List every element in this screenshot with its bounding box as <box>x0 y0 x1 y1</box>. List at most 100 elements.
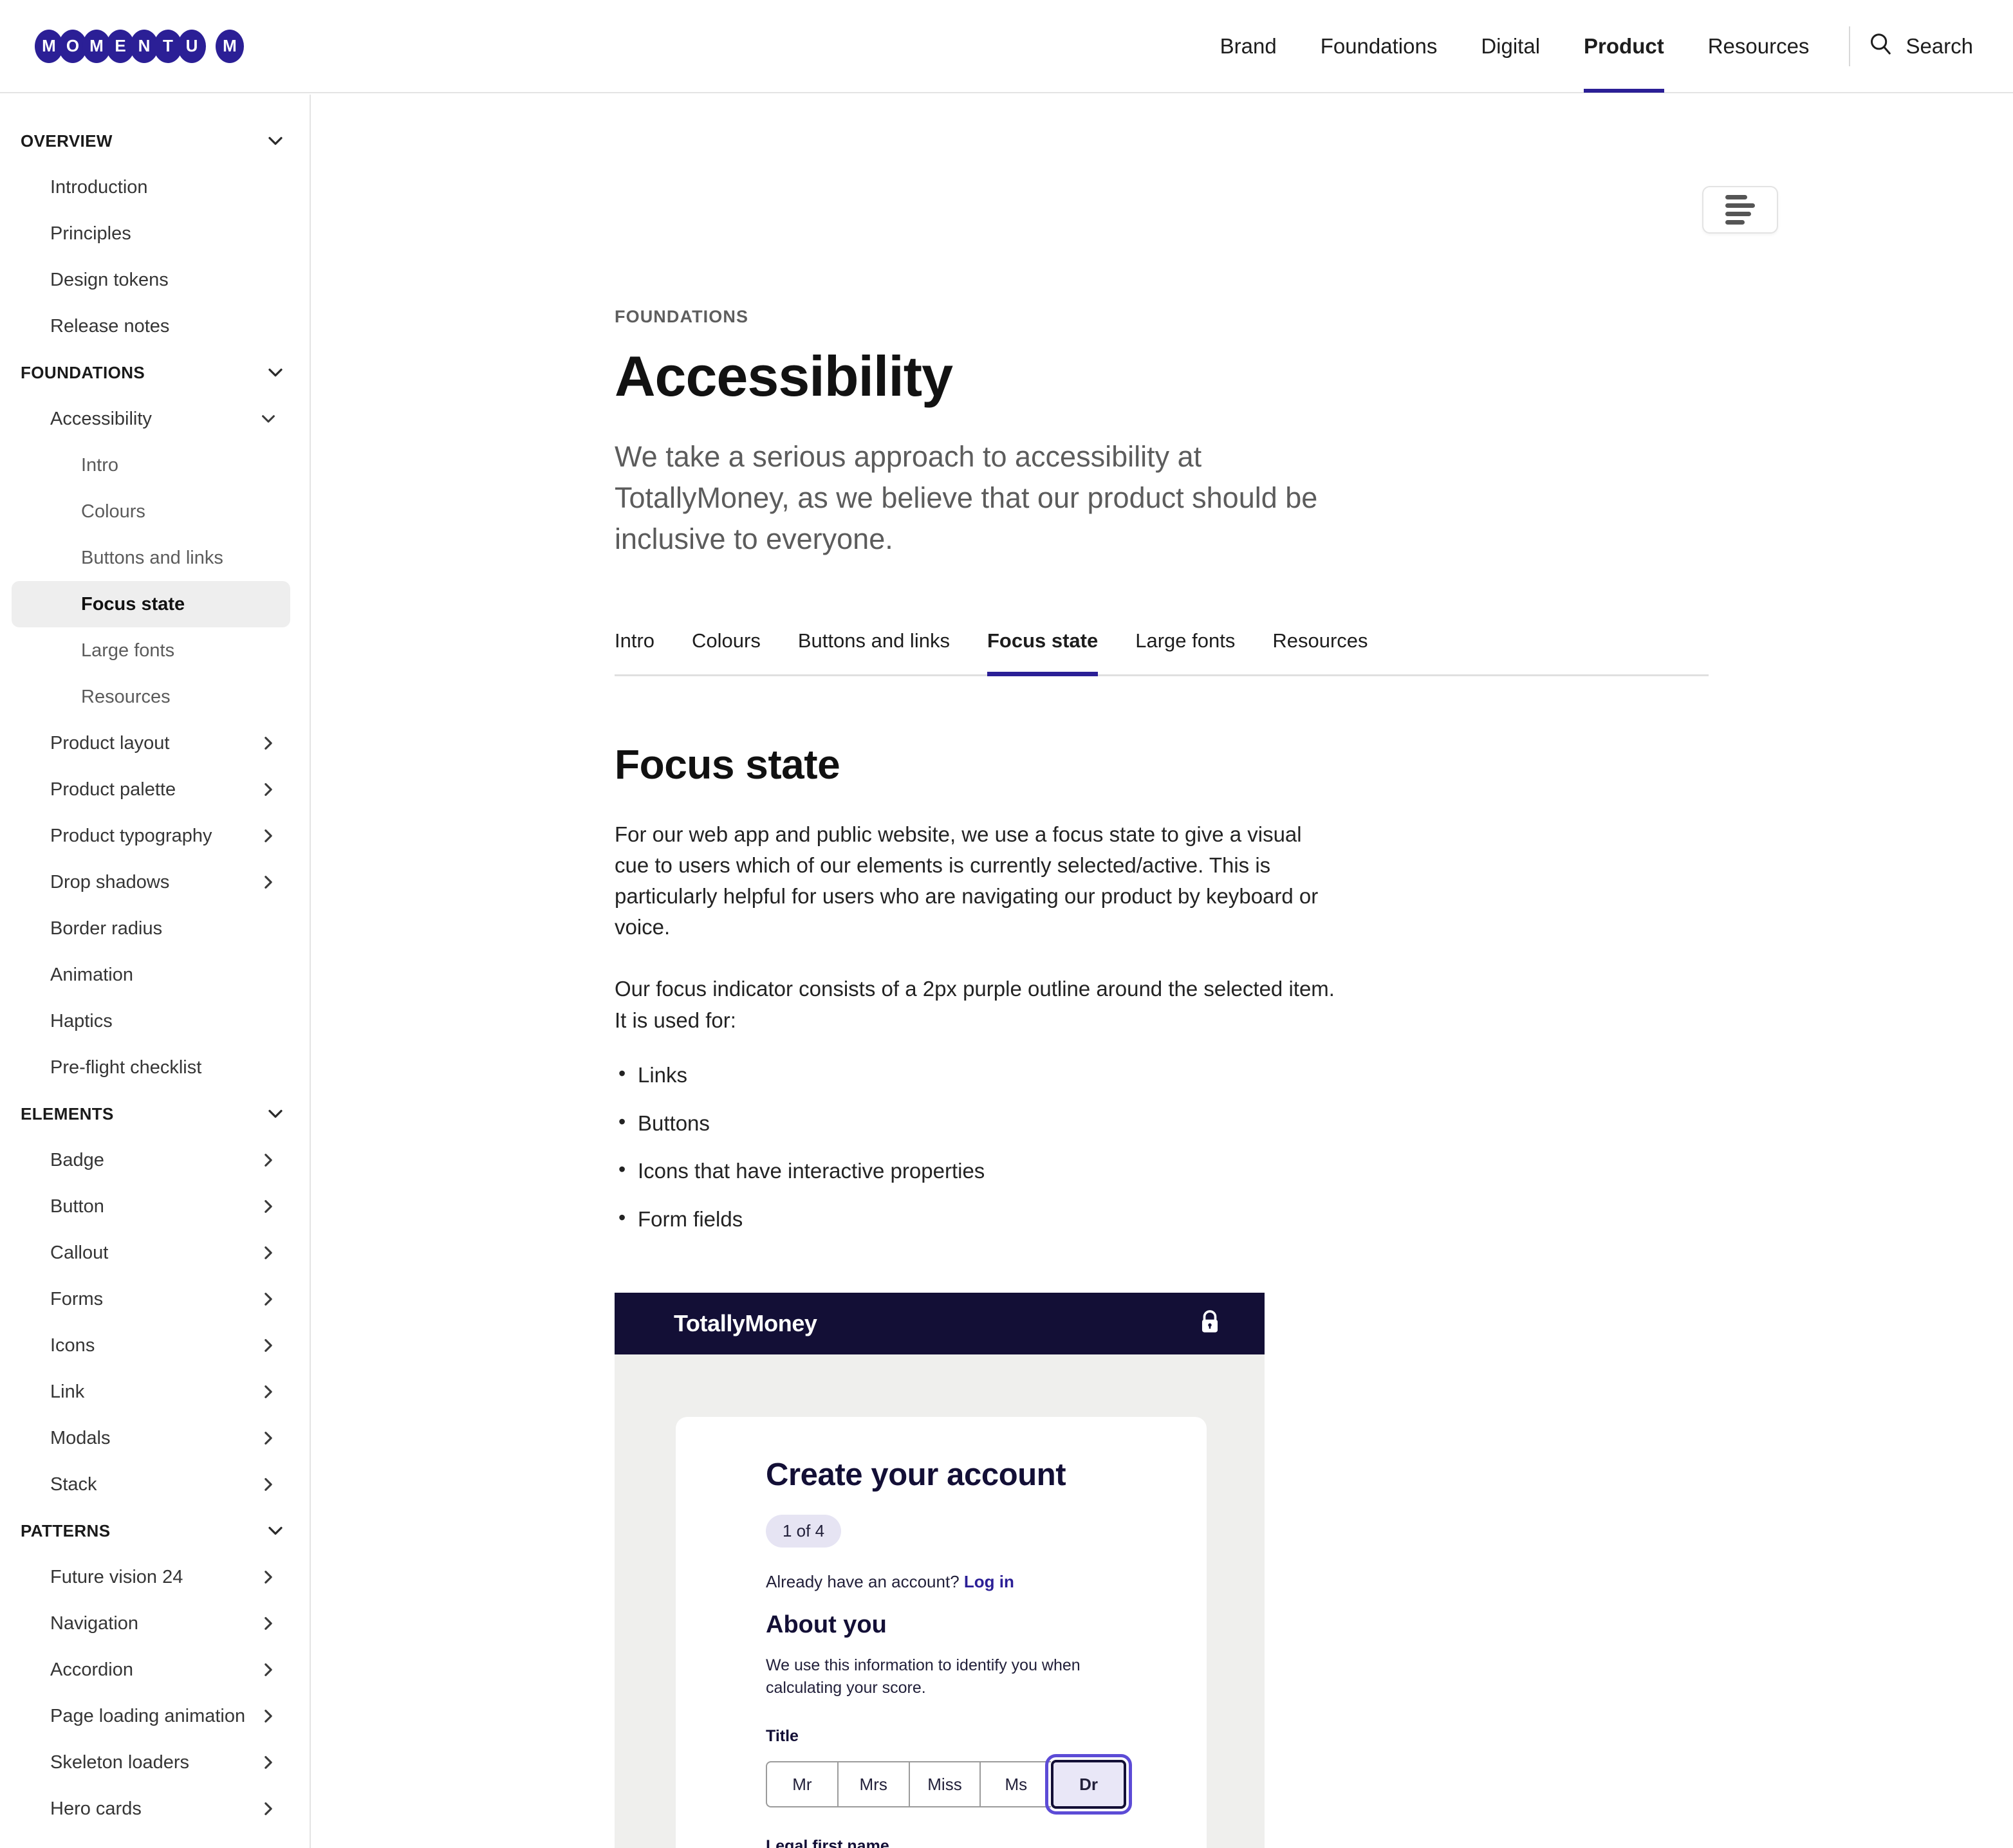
sidebar-item-modals[interactable]: Modals <box>12 1415 290 1461</box>
sidebar-item-badge[interactable]: Badge <box>12 1137 290 1183</box>
sidebar-item-forms[interactable]: Forms <box>12 1276 290 1322</box>
tab-intro[interactable]: Intro <box>615 629 654 674</box>
sidebar-item-principles[interactable]: Principles <box>12 210 290 257</box>
title-option-mr[interactable]: Mr <box>766 1761 837 1807</box>
login-prompt: Already have an account? Log in <box>766 1572 1207 1592</box>
sidebar-item-page-loading-animation[interactable]: Page loading animation <box>12 1693 290 1739</box>
nav-item-digital[interactable]: Digital <box>1459 0 1562 93</box>
sidebar-item-label: Skeleton loaders <box>50 1752 189 1773</box>
sidebar-item-navigation[interactable]: Navigation <box>12 1600 290 1647</box>
sidebar-item-animation[interactable]: Animation <box>12 952 290 998</box>
nav-item-foundations[interactable]: Foundations <box>1299 0 1460 93</box>
sidebar-item-design-tokens[interactable]: Design tokens <box>12 257 290 303</box>
sidebar-item-callout[interactable]: Callout <box>12 1230 290 1276</box>
sidebar-item-label: Release notes <box>50 316 169 337</box>
sidebar-item-release-notes[interactable]: Release notes <box>12 303 290 349</box>
chevron-right-icon <box>259 734 277 752</box>
sidebar-item-label: Stack <box>50 1474 97 1495</box>
chevron-right-icon <box>259 873 277 891</box>
sidebar-item-large-fonts[interactable]: Large fonts <box>12 627 290 674</box>
nav-item-product[interactable]: Product <box>1562 0 1686 93</box>
title-option-mrs[interactable]: Mrs <box>837 1761 909 1807</box>
sidebar-item-border-radius[interactable]: Border radius <box>12 905 290 952</box>
chevron-right-icon <box>259 1429 277 1447</box>
sidebar-item-label: Forms <box>50 1289 103 1310</box>
title-option-dr[interactable]: Dr <box>1051 1760 1126 1809</box>
sidebar-item-introduction[interactable]: Introduction <box>12 164 290 210</box>
sidebar-item-product-palette[interactable]: Product palette <box>12 766 290 813</box>
sidebar-item-focus-state[interactable]: Focus state <box>12 581 290 627</box>
sidebar-item-stack[interactable]: Stack <box>12 1461 290 1508</box>
sidebar-navigation[interactable]: OVERVIEW IntroductionPrinciples Design tok… <box>0 95 311 1848</box>
search-label: Search <box>1906 34 1973 59</box>
sidebar-item-label: Modals <box>50 1428 111 1449</box>
sidebar-item-product-layout[interactable]: Product layout <box>12 720 290 766</box>
nav-item-resources[interactable]: Resources <box>1686 0 1832 93</box>
momentum-logo[interactable]: MOMENTUM <box>35 30 244 63</box>
sidebar-group-label: OVERVIEW <box>21 131 113 151</box>
chevron-down-icon <box>266 1521 285 1540</box>
tab-resources[interactable]: Resources <box>1272 629 1368 674</box>
sidebar-item-label: Callout <box>50 1243 108 1264</box>
sidebar-item-label: Haptics <box>50 1011 113 1032</box>
nav-item-brand[interactable]: Brand <box>1198 0 1299 93</box>
tab-buttons-and-links[interactable]: Buttons and links <box>798 629 950 674</box>
sidebar-item-label: Design tokens <box>50 270 169 291</box>
demo-heading: Create your account <box>766 1457 1207 1493</box>
sidebar-item-haptics[interactable]: Haptics <box>12 998 290 1044</box>
page-title: Accessibility <box>615 344 2013 409</box>
sidebar-item-resources[interactable]: Resources <box>12 674 290 720</box>
title-segmented-control[interactable]: MrMrsMissMsDr <box>766 1760 1126 1809</box>
log-in-link[interactable]: Log in <box>964 1572 1014 1591</box>
chevron-right-icon <box>259 1661 277 1679</box>
chevron-down-icon <box>266 363 285 382</box>
tab-colours[interactable]: Colours <box>692 629 761 674</box>
sidebar-item-product-typography[interactable]: Product typography <box>12 813 290 859</box>
sidebar-item-icons[interactable]: Icons <box>12 1322 290 1369</box>
sidebar-item-label: Drop shadows <box>50 872 169 893</box>
outline-icon <box>1725 195 1755 225</box>
sidebar-item-drop-shadows[interactable]: Drop shadows <box>12 859 290 905</box>
sidebar-group-foundations[interactable]: FOUNDATIONS <box>0 349 310 396</box>
sidebar-item-buttons-and-links[interactable]: Buttons and links <box>12 535 290 581</box>
logo-letter-u-6: U <box>178 30 206 63</box>
sidebar-item-label: Page loading animation <box>50 1706 245 1727</box>
sidebar-item-accordion[interactable]: Accordion <box>12 1647 290 1693</box>
sidebar-group-elements[interactable]: ELEMENTS <box>0 1091 310 1137</box>
sidebar-item-button[interactable]: Button <box>12 1183 290 1230</box>
login-prompt-text: Already have an account? <box>766 1572 960 1591</box>
sidebar-item-link[interactable]: Link <box>12 1369 290 1415</box>
sidebar-item-label: Accessibility <box>50 409 152 430</box>
chevron-right-icon <box>259 1290 277 1308</box>
sidebar-item-skeleton-loaders[interactable]: Skeleton loaders <box>12 1739 290 1786</box>
list-item: Links <box>615 1060 2013 1091</box>
section-title: Focus state <box>615 741 2013 788</box>
tab-large-fonts[interactable]: Large fonts <box>1135 629 1235 674</box>
sidebar-item-hero-cards[interactable]: Hero cards <box>12 1786 290 1832</box>
sidebar-item-future-vision-24[interactable]: Future vision 24 <box>12 1554 290 1600</box>
chevron-right-icon <box>259 1568 277 1586</box>
sidebar-item-pre-flight-checklist[interactable]: Pre-flight checklist <box>12 1044 290 1091</box>
sidebar-item-label: Hero cards <box>50 1798 142 1820</box>
tab-focus-state[interactable]: Focus state <box>987 629 1098 674</box>
sidebar-item-label: Badge <box>50 1150 104 1171</box>
table-of-contents-button[interactable] <box>1702 186 1778 234</box>
section-paragraph-1: For our web app and public website, we u… <box>615 819 1335 943</box>
sidebar-item-colours[interactable]: Colours <box>12 488 290 535</box>
first-name-label: Legal first name <box>766 1837 1207 1848</box>
title-option-miss[interactable]: Miss <box>909 1761 980 1807</box>
section-paragraph-2: Our focus indicator consists of a 2px pu… <box>615 974 1335 1035</box>
title-option-ms[interactable]: Ms <box>979 1761 1051 1807</box>
chevron-right-icon <box>259 1800 277 1818</box>
list-item: Form fields <box>615 1205 2013 1235</box>
sidebar-item-label: Future vision 24 <box>50 1567 183 1588</box>
sidebar-group-overview[interactable]: OVERVIEW <box>0 118 310 164</box>
sidebar-group-patterns[interactable]: PATTERNS <box>0 1508 310 1554</box>
sidebar-item-intro[interactable]: Intro <box>12 442 290 488</box>
sidebar-item-label: Colours <box>81 501 145 522</box>
list-item: Icons that have interactive properties <box>615 1156 2013 1187</box>
sidebar-item-accessibility[interactable]: Accessibility <box>12 396 290 442</box>
search-button[interactable]: Search <box>1868 32 1973 61</box>
chevron-right-icon <box>259 1707 277 1725</box>
sidebar-item-label: Accordion <box>50 1659 133 1681</box>
